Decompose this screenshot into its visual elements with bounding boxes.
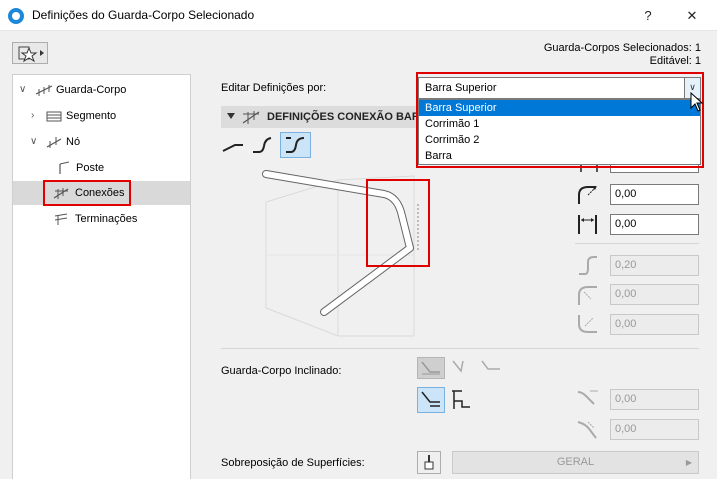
highlight-box (366, 179, 430, 267)
connections-icon (242, 111, 260, 124)
fillet-radius-field[interactable]: 0,00 (610, 184, 699, 205)
curve-offset-field: 0,20 (610, 255, 699, 276)
close-button[interactable]: ✕ (670, 0, 714, 31)
end-radius-field: 0,00 (610, 314, 699, 335)
tree-item-label: Nó (66, 136, 81, 148)
tree-item-label: Conexões (75, 187, 125, 199)
connections-icon (53, 188, 69, 199)
divider (575, 243, 699, 244)
incline-end-flat-icon (421, 391, 440, 407)
collapse-triangle-icon[interactable] (227, 113, 235, 119)
tree-item-label: Segmento (66, 110, 117, 122)
end-radius-icon (578, 315, 597, 333)
chevron-right-icon: ▶ (685, 458, 692, 467)
favorites-star-icon (18, 46, 44, 63)
surface-general-label: GERAL (556, 456, 595, 468)
incline-radius-field: 0,00 (610, 419, 699, 440)
tree-item-guarda-corpo[interactable]: ∨ Guarda-Corpo (13, 78, 190, 102)
post-icon (59, 161, 70, 174)
tree-item-segmento[interactable]: › Segmento (13, 104, 190, 128)
chevron-down-icon[interactable]: ∨ (19, 78, 26, 102)
help-button[interactable]: ? (626, 0, 670, 31)
surface-general-button: GERAL ▶ (452, 451, 699, 474)
settings-tree: ∨ Guarda-Corpo › Segmento ∨ Nó Poste Con… (12, 74, 191, 479)
window-title: Definições do Guarda-Corpo Selecionado (32, 8, 255, 22)
favorites-button[interactable] (12, 42, 48, 64)
tree-item-no[interactable]: ∨ Nó (13, 130, 190, 154)
paint-brush-icon (424, 455, 434, 470)
scrollbar[interactable] (703, 31, 717, 479)
chevron-down-icon[interactable]: ∨ (30, 130, 37, 154)
connection-smooth-button[interactable] (280, 132, 311, 158)
arc-radius-icon (578, 286, 597, 305)
tree-item-label: Poste (76, 162, 105, 174)
mouse-cursor-icon (690, 92, 704, 112)
endings-icon (54, 213, 68, 225)
title-bar: Definições do Guarda-Corpo Selecionado ?… (0, 0, 717, 31)
connection-angled-icon[interactable] (221, 134, 245, 156)
edit-by-label: Editar Definições por: (221, 82, 327, 94)
offset-width-icon (578, 215, 597, 234)
highlight-box (416, 72, 704, 168)
divider (221, 348, 699, 349)
curve-offset-icon (579, 256, 597, 275)
section-header[interactable]: DEFINIÇÕES CONEXÃO BARRA (221, 106, 436, 128)
tree-item-conexoes[interactable]: Conexões (13, 180, 190, 206)
tree-item-label: Terminações (75, 213, 138, 225)
tree-item-poste[interactable]: Poste (13, 156, 190, 180)
tree-item-terminacoes[interactable]: Terminações (13, 207, 190, 231)
fillet-radius-icon (578, 186, 597, 204)
overlap-label: Sobreposição de Superfícies: (221, 457, 365, 469)
connection-smooth-icon (286, 137, 305, 153)
inclined-label: Guarda-Corpo Inclinado: (221, 365, 342, 377)
tree-item-label: Guarda-Corpo (56, 84, 127, 96)
selected-count: Guarda-Corpos Selecionados: 1 (543, 42, 701, 54)
offset-width-field[interactable]: 0,00 (610, 214, 699, 235)
incline-end-step-icon[interactable] (448, 387, 474, 413)
inclined-option-1-button[interactable] (417, 357, 445, 379)
connection-curved-icon[interactable] (251, 134, 275, 156)
arc-radius-field: 0,00 (610, 284, 699, 305)
inclined-end-1-button[interactable] (417, 387, 445, 413)
incline-vertical-icon (421, 361, 440, 375)
incline-offset-field: 0,00 (610, 389, 699, 410)
incline-offset-icon (577, 390, 598, 405)
editable-count: Editável: 1 (649, 55, 701, 67)
incline-radius-icon (577, 421, 597, 439)
app-icon (8, 8, 24, 24)
node-icon (46, 137, 62, 148)
section-title: DEFINIÇÕES CONEXÃO BARRA (267, 111, 436, 123)
railing-icon (35, 85, 53, 96)
chevron-right-icon[interactable]: › (31, 104, 34, 128)
incline-perpendicular-icon (452, 360, 464, 373)
surface-brush-button[interactable] (417, 451, 441, 474)
incline-horizontal-icon (481, 360, 500, 370)
segment-icon (46, 111, 62, 122)
